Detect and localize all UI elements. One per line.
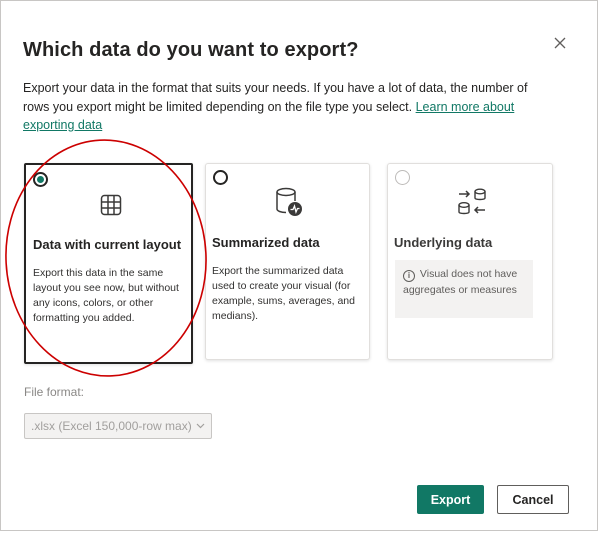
option-desc-summarized: Export the summarized data used to creat… (212, 265, 355, 322)
dialog-description: Export your data in the format that suit… (23, 79, 553, 135)
radio-current-layout[interactable] (33, 172, 48, 187)
table-grid-icon (100, 194, 122, 216)
database-chart-icon (276, 187, 302, 216)
file-format-label: File format: (24, 385, 85, 399)
radio-underlying (395, 170, 410, 185)
underlying-notice: i Visual does not have aggregates or mea… (395, 260, 533, 318)
option-title-underlying: Underlying data (394, 235, 493, 250)
option-title-current-layout: Data with current layout (33, 237, 182, 252)
file-format-value: .xlsx (Excel 150,000-row max) (31, 419, 192, 433)
cancel-button[interactable]: Cancel (497, 485, 569, 514)
info-icon: i (403, 270, 415, 282)
dialog-title: Which data do you want to export? (23, 39, 359, 61)
radio-summarized[interactable] (213, 170, 228, 185)
chevron-down-icon (196, 423, 205, 429)
close-icon (554, 37, 566, 49)
export-button[interactable]: Export (417, 485, 484, 514)
database-sync-icon (458, 188, 486, 215)
close-button[interactable] (550, 33, 570, 53)
option-title-summarized: Summarized data (212, 235, 320, 250)
underlying-notice-text: Visual does not have aggregates or measu… (403, 268, 518, 296)
file-format-select: .xlsx (Excel 150,000-row max) (24, 413, 212, 439)
export-dialog: Which data do you want to export? Export… (0, 0, 598, 531)
option-desc-current-layout: Export this data in the same layout you … (33, 267, 179, 324)
